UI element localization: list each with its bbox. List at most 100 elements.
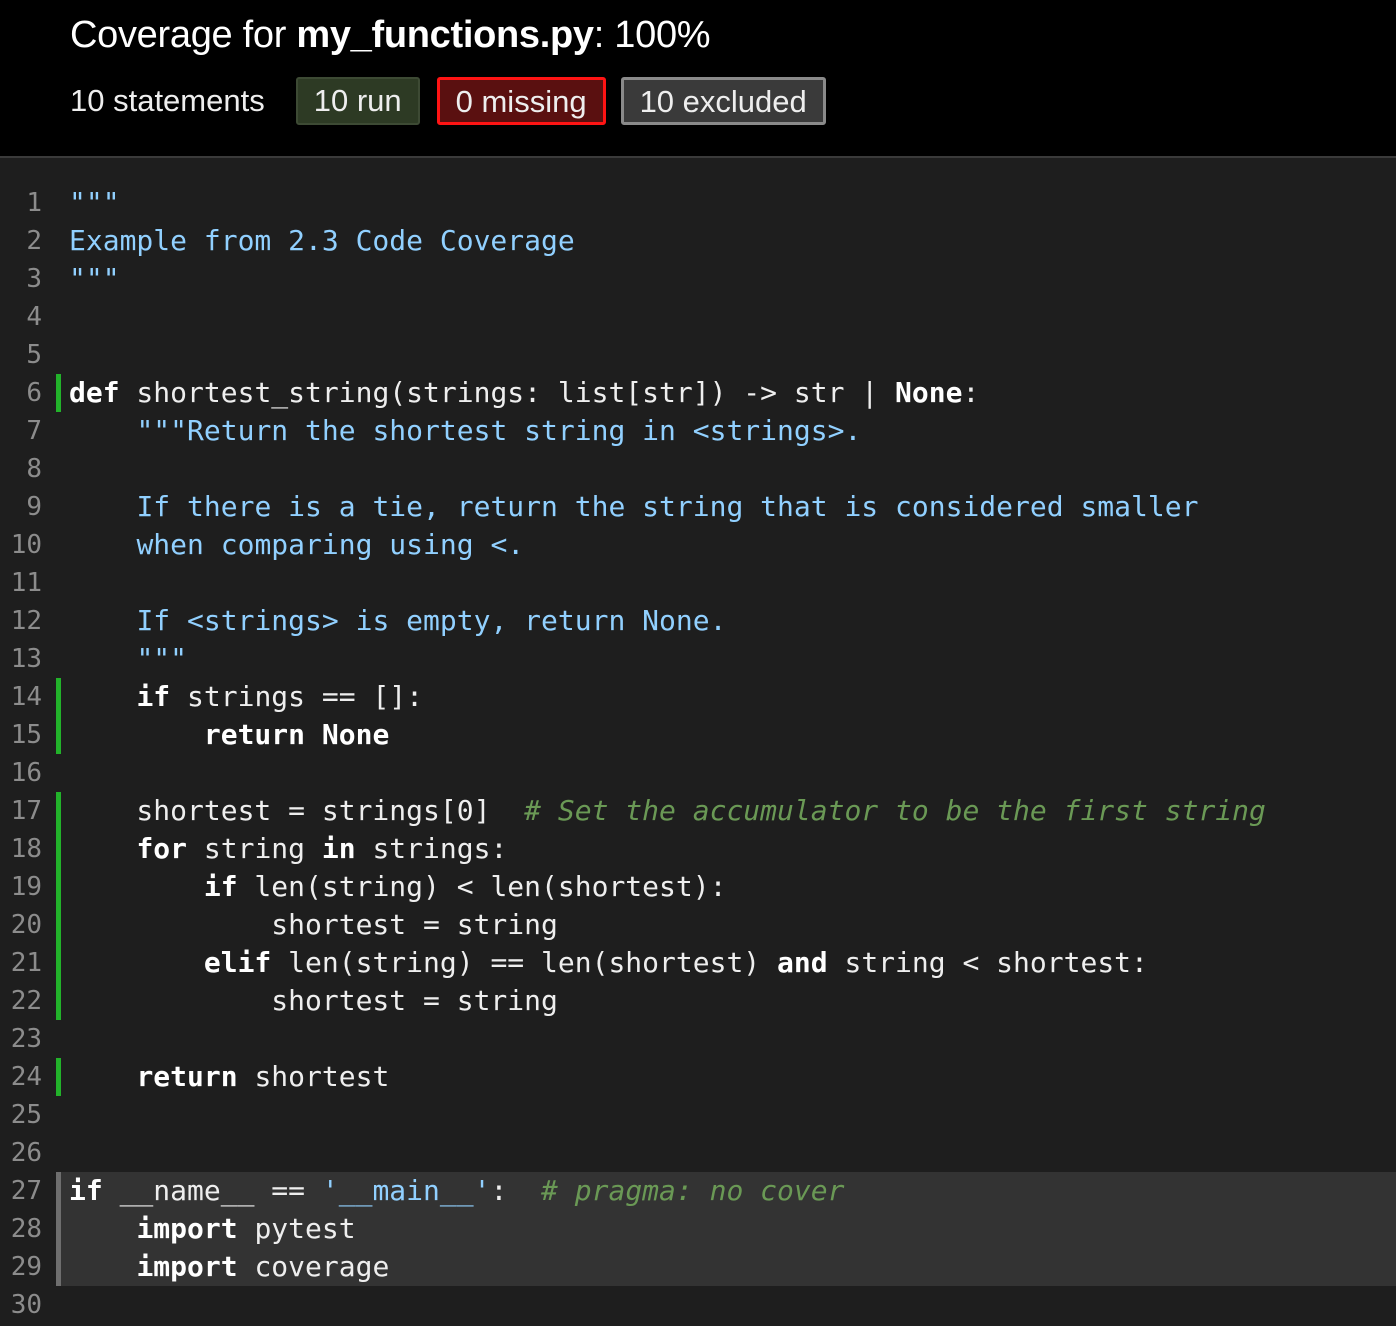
run-marker <box>56 982 61 1020</box>
line-marker <box>56 412 61 450</box>
line-marker <box>56 754 61 792</box>
run-filter-button[interactable]: 10 run <box>295 77 420 125</box>
line-marker <box>56 1286 61 1324</box>
run-marker <box>56 374 61 412</box>
code-token: shortest = string <box>69 984 558 1017</box>
file-name: my_functions.py <box>296 14 594 56</box>
line-number[interactable]: 6 <box>0 374 42 412</box>
line-number[interactable]: 29 <box>0 1248 42 1286</box>
code-token: string < shortest: <box>827 946 1148 979</box>
code-text: If there is a tie, return the string tha… <box>69 488 1198 526</box>
source-line: 4 <box>0 298 1396 336</box>
run-marker <box>56 792 61 830</box>
code-text: return None <box>69 716 389 754</box>
line-number[interactable]: 8 <box>0 450 42 488</box>
keyword-token: None <box>895 376 963 409</box>
line-number[interactable]: 20 <box>0 906 42 944</box>
line-number[interactable]: 4 <box>0 298 42 336</box>
line-number[interactable]: 2 <box>0 222 42 260</box>
string-token: when comparing using <. <box>136 528 525 561</box>
code-token: shortest = string <box>69 908 558 941</box>
source-line: 18 for string in strings: <box>0 830 1396 868</box>
code-text: """ <box>69 184 120 222</box>
source-line: 15 return None <box>0 716 1396 754</box>
code-text: return shortest <box>69 1058 389 1096</box>
keyword-token: and <box>777 946 828 979</box>
code-text: if __name__ == '__main__': # pragma: no … <box>69 1172 844 1210</box>
line-number[interactable]: 30 <box>0 1286 42 1324</box>
source-line: 11 <box>0 564 1396 602</box>
code-text: elif len(string) == len(shortest) and st… <box>69 944 1148 982</box>
line-marker <box>56 602 61 640</box>
line-number[interactable]: 12 <box>0 602 42 640</box>
source-line: 30 <box>0 1286 1396 1324</box>
code-text: def shortest_string(strings: list[str]) … <box>69 374 979 412</box>
line-number[interactable]: 21 <box>0 944 42 982</box>
line-number[interactable]: 3 <box>0 260 42 298</box>
code-token: strings == []: <box>170 680 424 713</box>
line-number[interactable]: 23 <box>0 1020 42 1058</box>
source-line: 25 <box>0 1096 1396 1134</box>
line-number[interactable]: 1 <box>0 184 42 222</box>
code-token: shortest <box>237 1060 390 1093</box>
line-number[interactable]: 22 <box>0 982 42 1020</box>
line-number[interactable]: 16 <box>0 754 42 792</box>
line-marker <box>56 336 61 374</box>
page-title: Coverage for my_functions.py: 100% <box>70 14 711 57</box>
line-number[interactable]: 25 <box>0 1096 42 1134</box>
code-text: """Return the shortest string in <string… <box>69 412 861 450</box>
line-number[interactable]: 9 <box>0 488 42 526</box>
line-number[interactable]: 28 <box>0 1210 42 1248</box>
line-number[interactable]: 13 <box>0 640 42 678</box>
line-number[interactable]: 24 <box>0 1058 42 1096</box>
excluded-marker <box>56 1172 61 1210</box>
run-marker <box>56 1058 61 1096</box>
statement-count: 10 statements <box>70 83 265 118</box>
line-number[interactable]: 5 <box>0 336 42 374</box>
line-number[interactable]: 18 <box>0 830 42 868</box>
line-number[interactable]: 27 <box>0 1172 42 1210</box>
line-number[interactable]: 17 <box>0 792 42 830</box>
code-text: import pytest <box>69 1210 355 1248</box>
source-line: 3 """ <box>0 260 1396 298</box>
string-token: """Return the shortest string in <string… <box>136 414 862 447</box>
source-line: 24 return shortest <box>0 1058 1396 1096</box>
keyword-token: return <box>136 1060 238 1093</box>
source-line: 2 Example from 2.3 Code Coverage <box>0 222 1396 260</box>
source-line: 28 import pytest <box>11 1210 1396 1248</box>
code-text: when comparing using <. <box>69 526 524 564</box>
excluded-filter-button[interactable]: 10 excluded <box>620 77 826 125</box>
code-token: : <box>490 1174 542 1207</box>
keyword-token: if <box>203 870 238 903</box>
source-line: 9 If there is a tie, return the string t… <box>0 488 1396 526</box>
source-line: 22 shortest = string <box>0 982 1396 1020</box>
line-number[interactable]: 10 <box>0 526 42 564</box>
code-token: __name__ == <box>102 1174 322 1207</box>
line-number[interactable]: 26 <box>0 1134 42 1172</box>
line-marker <box>56 450 61 488</box>
line-number[interactable]: 15 <box>0 716 42 754</box>
line-marker <box>56 1134 61 1172</box>
run-marker <box>56 678 61 716</box>
code-text: """ <box>69 640 187 678</box>
line-number[interactable]: 7 <box>0 412 42 450</box>
line-number[interactable]: 19 <box>0 868 42 906</box>
source-line: 5 <box>0 336 1396 374</box>
missing-filter-button[interactable]: 0 missing <box>436 77 606 125</box>
line-number[interactable]: 11 <box>0 564 42 602</box>
keyword-token: for <box>136 832 188 865</box>
keyword-token: None <box>321 718 390 751</box>
keyword-token: import <box>136 1212 238 1245</box>
comment-token: # pragma: no cover <box>541 1174 845 1207</box>
keyword-token: elif <box>203 946 272 979</box>
keyword-token: return <box>203 718 306 751</box>
line-number[interactable]: 14 <box>0 678 42 716</box>
coverage-stats: 10 statements 10 run 0 missing 10 exclud… <box>70 76 843 126</box>
